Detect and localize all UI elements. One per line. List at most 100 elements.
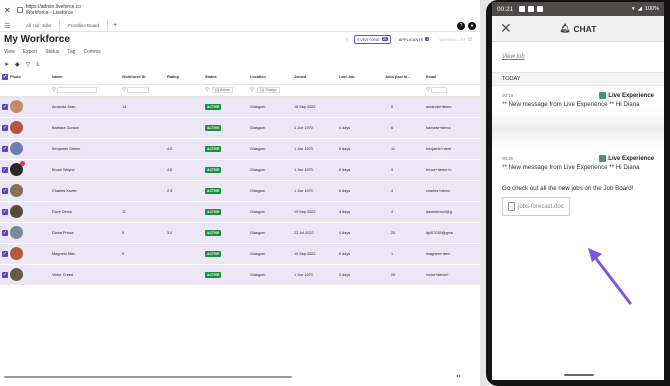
cell-last-job: 6 days: [337, 243, 383, 265]
table-row[interactable]: ✓ Diana Prince 6 3.0 ACTIVE Glasgow 22 Jul 202…: [0, 222, 480, 244]
help-icon[interactable]: ?: [457, 21, 465, 30]
col-status[interactable]: Status: [203, 70, 248, 85]
cell-jobs: 20: [383, 222, 424, 244]
col-joined[interactable]: Joined: [292, 70, 337, 85]
browser-tabs: ☰ All Hol. Jobs Frontline Board + ? ●: [0, 19, 480, 32]
hamburger-icon[interactable]: ☰: [4, 22, 10, 30]
table-row[interactable]: ✓ Magneto Max 9 ACTIVE Glasgow 10 Sep 2022 6 d…: [0, 243, 480, 265]
col-name[interactable]: Name: [50, 70, 120, 85]
send-icon[interactable]: ➤: [4, 61, 9, 68]
filter-icon[interactable]: ▽: [122, 87, 126, 93]
table-row[interactable]: ✓ Bruce Wayne 4.6 ACTIVE Glasgow 1 Jun 1970 6 …: [0, 159, 480, 181]
cell-email[interactable]: bruce+demo+o: [424, 159, 480, 181]
filter-icon[interactable]: ▽: [205, 87, 209, 93]
col-location[interactable]: Location: [248, 70, 292, 85]
col-last-job[interactable]: Last Job: [337, 70, 383, 85]
cell-email[interactable]: benjamin+dem: [424, 138, 480, 160]
filter-icon[interactable]: ▽: [426, 87, 430, 93]
location-filter[interactable]: (1) Glasgo: [256, 87, 280, 93]
attachment-name[interactable]: jobs-forecast.doc: [518, 204, 564, 210]
table-row[interactable]: ✓ Amanda Jean 14 ACTIVE Glasgow 16 Sep 2022 0 a…: [0, 96, 480, 118]
attachment[interactable]: jobs-forecast.doc: [502, 197, 570, 216]
cell-last-job: 6 days: [337, 138, 383, 160]
avatar[interactable]: [10, 142, 23, 155]
cell-name[interactable]: Barbara Gordon: [50, 117, 120, 139]
col-rating[interactable]: Rating: [165, 70, 203, 85]
cell-joined: 1 Jun 1970: [292, 264, 337, 286]
cell-workforce-id: 14: [120, 96, 165, 118]
menu-view[interactable]: View: [4, 49, 15, 55]
tab-frontline-board[interactable]: Frontline Board: [60, 19, 109, 32]
cell-email[interactable]: magneto+dem: [424, 243, 480, 265]
avatar[interactable]: [10, 268, 23, 281]
menu-export[interactable]: Export: [23, 49, 37, 55]
cell-name[interactable]: Benjamin Grimm: [50, 138, 120, 160]
avatar[interactable]: [10, 121, 23, 134]
col-workforce-id[interactable]: Workforce ID: [120, 70, 165, 85]
document-icon: [508, 202, 515, 211]
table-row[interactable]: ✓ Victor Creed ACTIVE Glasgow 1 Jun 1970 2 da…: [0, 264, 480, 286]
tab-all-jobs[interactable]: All Hol. Jobs: [18, 19, 61, 32]
col-email[interactable]: Email: [424, 70, 480, 85]
table-row[interactable]: ✓ Dave Demo 11 ACTIVE Glasgow 10 Sep 2022 4 da…: [0, 201, 480, 223]
menu-comms[interactable]: Comms: [83, 49, 100, 55]
menu-tag[interactable]: Tag: [67, 49, 75, 55]
scroll-arrows[interactable]: ◂ ▸: [456, 373, 461, 378]
cell-email[interactable]: davedemo4@g: [424, 201, 480, 223]
table-row[interactable]: ✓ Benjamin Grimm 4.0 ACTIVE Glasgow 1 Jun 197…: [0, 138, 480, 160]
cell-name[interactable]: Magneto Max: [50, 243, 120, 265]
status-time: 00:21: [497, 5, 514, 13]
cell-location: Glasgow: [248, 117, 292, 139]
filter-funnel-icon[interactable]: ▽: [345, 37, 348, 42]
avatar[interactable]: [10, 205, 23, 218]
table-row[interactable]: ✓ Charles Xavier 2.5 ACTIVE Glasgow 1 Jun 197…: [0, 180, 480, 202]
avatar[interactable]: [10, 161, 25, 176]
filter-applicants[interactable]: APPLICANTS 1: [397, 36, 432, 43]
filter-everyone[interactable]: EVERYONE 28: [354, 34, 391, 44]
new-tab-icon[interactable]: +: [108, 22, 122, 29]
col-jobs[interactable]: Jobs (last M...: [383, 70, 424, 85]
download-icon[interactable]: ⤓: [36, 61, 39, 68]
filter-icon[interactable]: ▽: [250, 87, 254, 93]
wid-filter-input[interactable]: [126, 87, 149, 93]
cell-rating: [165, 117, 203, 139]
browser-window: ✕ https://admin.liveforce.co Workforce -…: [0, 0, 480, 386]
view-job-link[interactable]: View job: [492, 42, 664, 72]
cell-email[interactable]: charles+demo: [424, 180, 480, 202]
profile-icon[interactable]: ●: [468, 21, 476, 30]
close-icon[interactable]: ✕: [4, 6, 11, 15]
cell-name[interactable]: Charles Xavier: [50, 180, 120, 202]
avatar[interactable]: [10, 184, 23, 197]
tag-icon[interactable]: ◆: [15, 61, 20, 68]
cell-name[interactable]: Victor Creed: [50, 264, 120, 286]
cell-last-job: 4 days: [337, 201, 383, 223]
cell-email[interactable]: barbara+demo: [424, 117, 480, 139]
cell-workforce-id: 9: [120, 243, 165, 265]
cell-name[interactable]: Dave Demo: [50, 201, 120, 223]
name-filter-input[interactable]: [56, 87, 97, 93]
cell-email[interactable]: dpi07035@gma: [424, 222, 480, 244]
cell-email[interactable]: victor+demo+: [424, 264, 480, 286]
cell-name[interactable]: Bruce Wayne: [50, 159, 120, 181]
browser-page-title: Workforce - Liveforce: [25, 10, 74, 16]
cell-email[interactable]: amanda+demo: [424, 96, 480, 118]
email-filter-input[interactable]: [430, 87, 447, 93]
col-photo[interactable]: Photo: [8, 70, 50, 85]
filter-icon[interactable]: ▽: [26, 61, 31, 68]
menu-status[interactable]: Status: [45, 49, 59, 55]
filter-waiting-list[interactable]: WAITING LIST 1: [437, 36, 474, 43]
home-indicator[interactable]: [564, 374, 594, 376]
cell-name[interactable]: Diana Prince: [50, 222, 120, 244]
avatar[interactable]: [10, 100, 23, 113]
avatar[interactable]: [10, 247, 23, 260]
horizontal-scrollbar[interactable]: [4, 376, 292, 378]
notification-icon: [537, 6, 544, 12]
status-bar: 00:21 ▾ ◢ 100%: [492, 2, 664, 16]
filter-icon[interactable]: ▽: [52, 87, 56, 93]
cell-name[interactable]: Amanda Jean: [50, 96, 120, 118]
table-row[interactable]: ✓ Barbara Gordon ACTIVE Glasgow 1 Jun 1970 4 …: [0, 117, 480, 139]
avatar[interactable]: [10, 226, 23, 239]
close-icon[interactable]: ✕: [500, 20, 512, 37]
status-filter[interactable]: (1) Active: [211, 87, 233, 93]
cell-last-job: 6 days: [337, 180, 383, 202]
